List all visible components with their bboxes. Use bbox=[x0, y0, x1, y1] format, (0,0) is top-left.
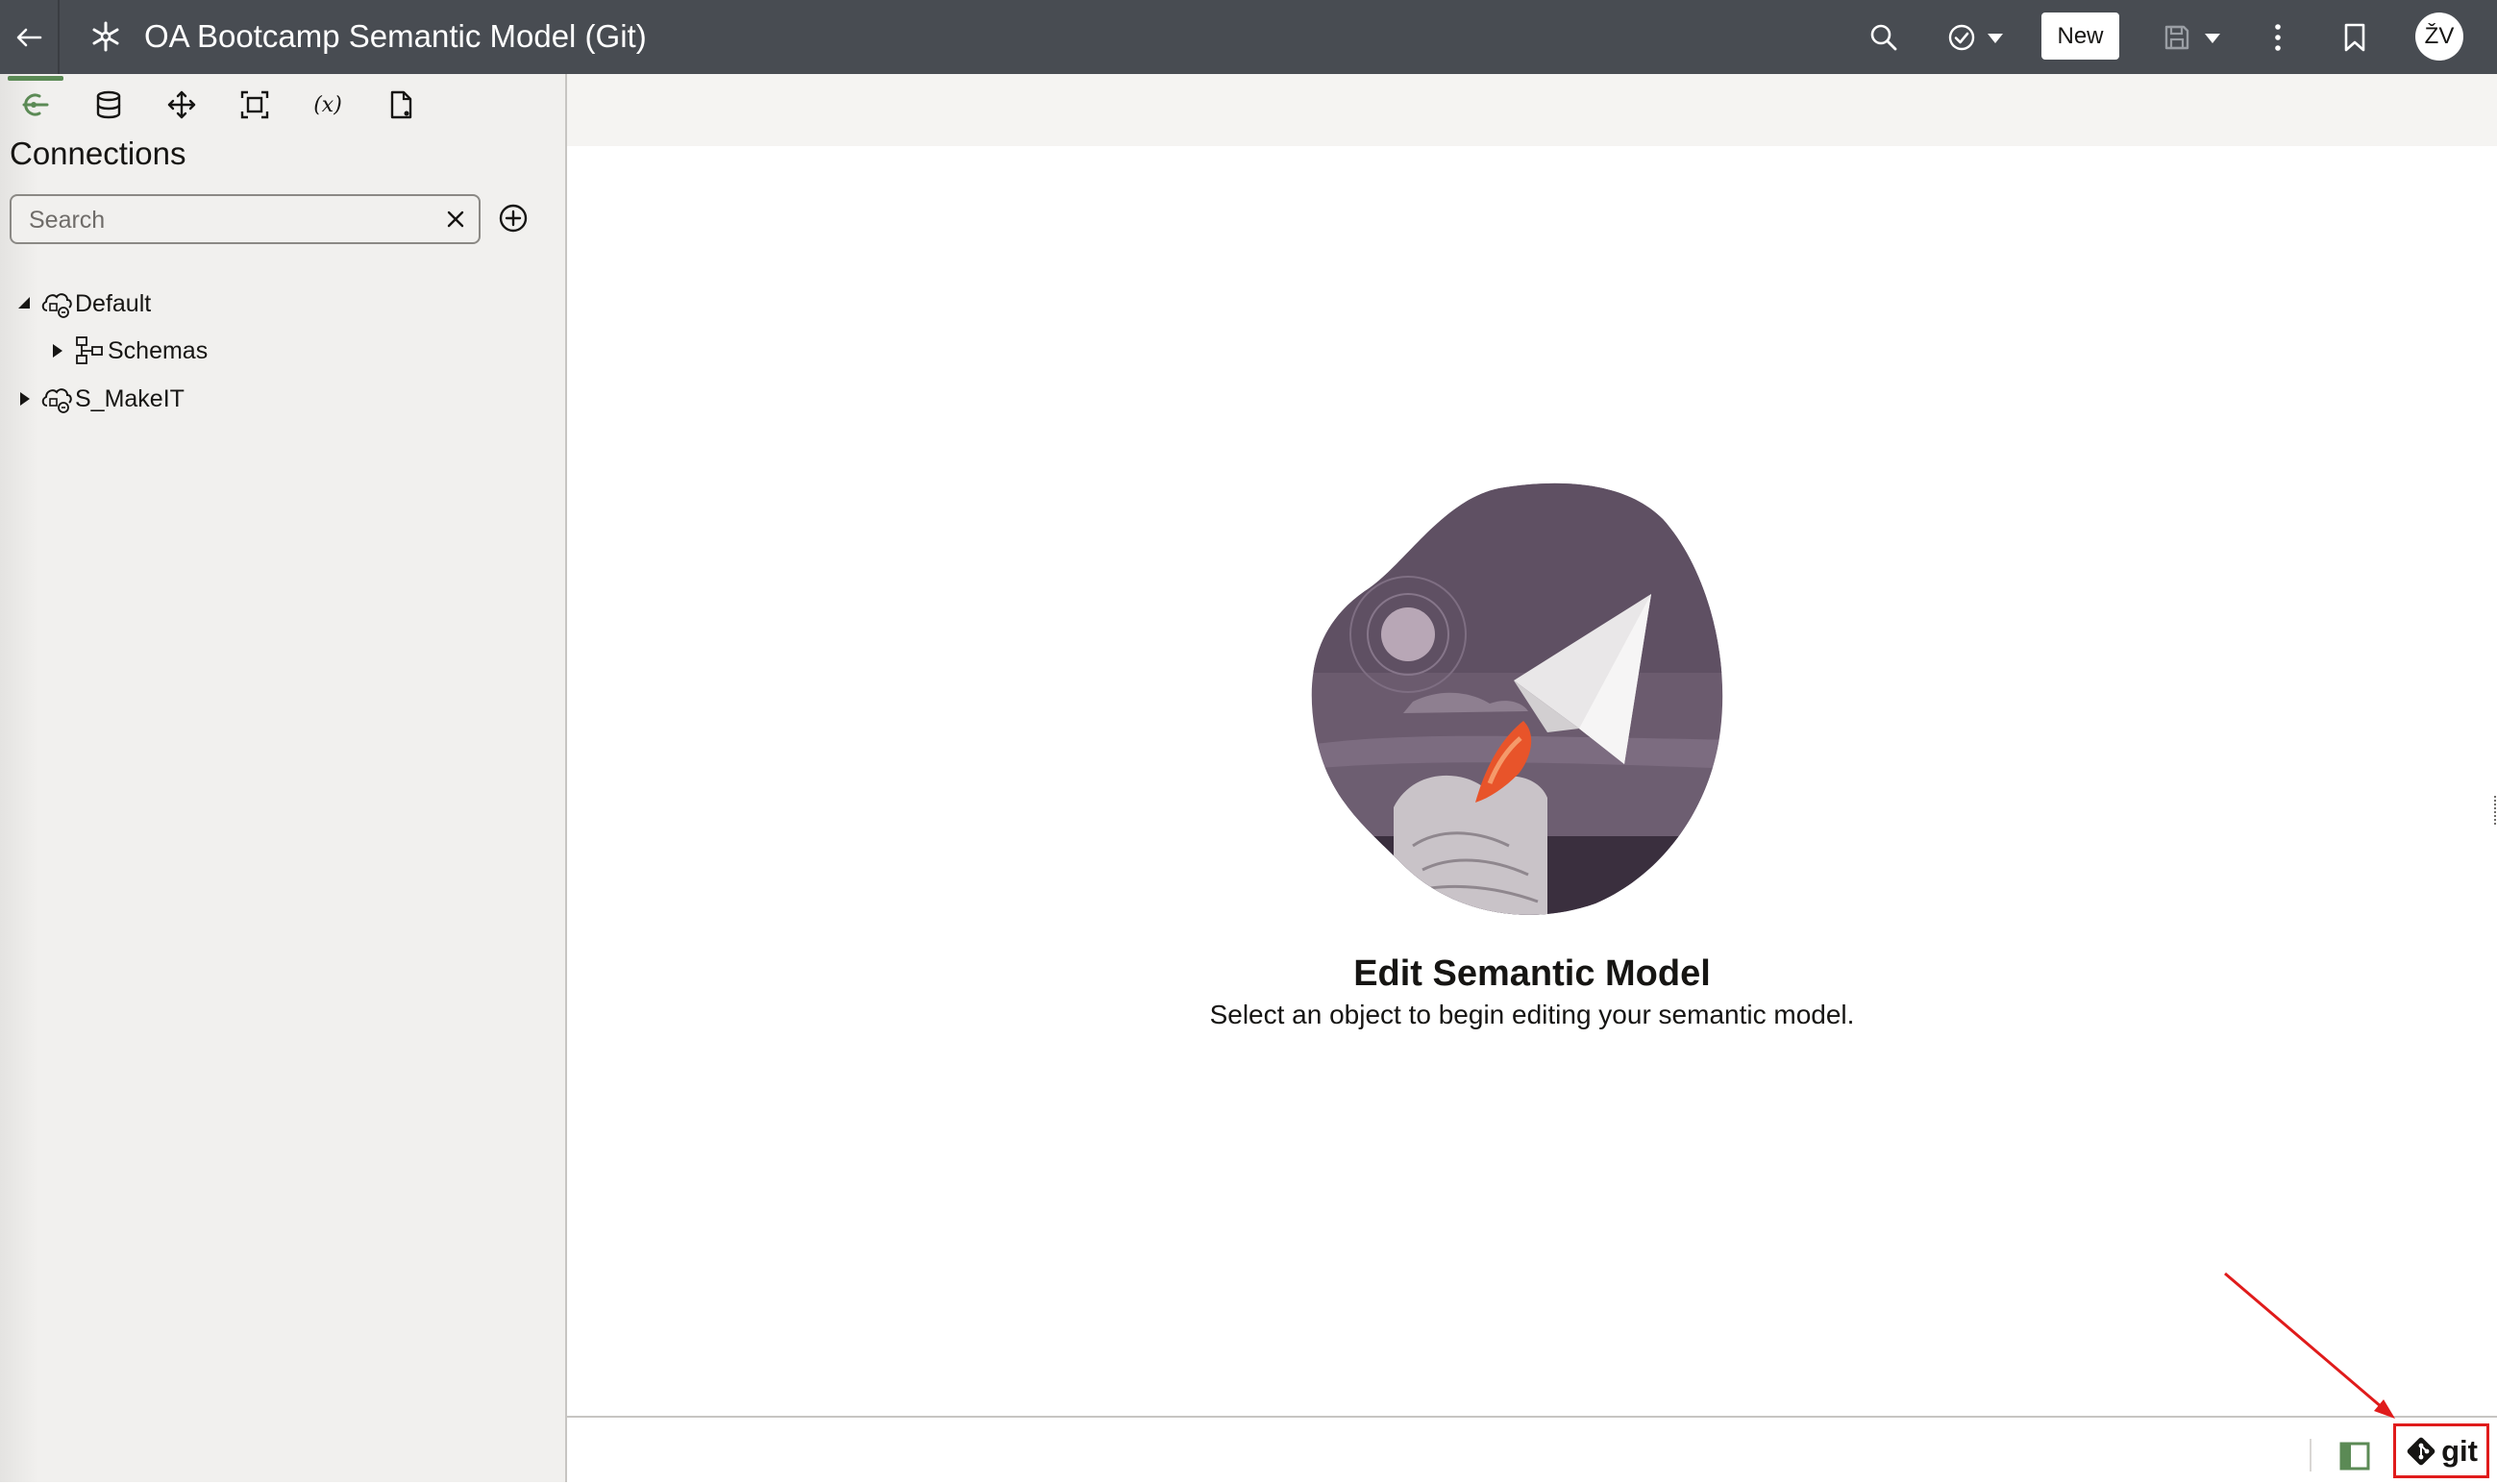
annotation-arrow bbox=[2224, 1272, 2395, 1419]
variable-icon: (x) bbox=[313, 93, 342, 117]
more-options-button[interactable] bbox=[2261, 0, 2295, 74]
empty-state-title: Edit Semantic Model bbox=[1353, 953, 1711, 994]
back-button[interactable] bbox=[0, 0, 60, 74]
search-button[interactable] bbox=[1865, 0, 1903, 74]
git-label: git bbox=[2441, 1433, 2478, 1468]
connections-panel: (x) Connections Search Default Schemas S… bbox=[0, 74, 567, 1482]
tab-variables[interactable]: (x) bbox=[300, 80, 356, 130]
status-divider bbox=[2310, 1439, 2312, 1472]
add-connection-icon[interactable] bbox=[498, 203, 529, 234]
caret-down-icon bbox=[1988, 33, 2003, 43]
semantic-model-icon bbox=[92, 21, 119, 52]
search-box bbox=[10, 194, 481, 244]
database-icon bbox=[96, 90, 121, 119]
clear-search-icon[interactable] bbox=[444, 208, 467, 231]
tree-node-schemas[interactable]: Schemas bbox=[42, 332, 208, 370]
cloud-connection-icon bbox=[38, 382, 75, 416]
cloud-connection-icon bbox=[38, 286, 75, 321]
tab-database[interactable] bbox=[81, 80, 136, 130]
check-circle-icon bbox=[1948, 24, 1975, 50]
save-menu-button[interactable] bbox=[2157, 0, 2228, 74]
empty-state-subtitle: Select an object to begin editing your s… bbox=[1209, 1000, 1855, 1029]
tab-frame[interactable] bbox=[227, 80, 283, 130]
schema-icon bbox=[71, 334, 108, 368]
search-icon bbox=[1870, 24, 1897, 50]
connections-icon bbox=[22, 93, 49, 116]
editor-toolbar-strip bbox=[567, 74, 2497, 146]
page-title: OA Bootcamp Semantic Model (Git) bbox=[144, 18, 647, 54]
move-icon bbox=[167, 90, 196, 119]
panel-toggle-icon[interactable] bbox=[2337, 1439, 2372, 1473]
tree-node-default[interactable]: Default bbox=[10, 284, 151, 323]
save-icon bbox=[2164, 25, 2189, 49]
search-input[interactable] bbox=[27, 204, 434, 236]
tree-label: Schemas bbox=[108, 336, 209, 364]
git-logo-icon bbox=[2407, 1437, 2435, 1465]
document-icon bbox=[390, 90, 412, 119]
new-button[interactable]: New bbox=[2041, 12, 2119, 60]
status-bar: git bbox=[567, 1416, 2497, 1484]
tab-move[interactable] bbox=[154, 80, 210, 130]
collapsed-triangle-icon[interactable] bbox=[42, 336, 71, 365]
user-avatar[interactable]: ŽV bbox=[2415, 12, 2463, 61]
tree-label: Default bbox=[75, 289, 152, 317]
frame-icon bbox=[240, 90, 269, 119]
caret-down-icon bbox=[2205, 33, 2220, 43]
tree-label: S_MakeIT bbox=[75, 384, 185, 412]
app-header: OA Bootcamp Semantic Model (Git) New ŽV bbox=[0, 0, 2497, 74]
back-arrow-icon bbox=[16, 28, 42, 46]
tree-node-s-makeit[interactable]: S_MakeIT bbox=[10, 380, 185, 418]
panel-title: Connections bbox=[10, 136, 186, 171]
paper-plane-illustration bbox=[1311, 482, 1723, 915]
svg-text:(x): (x) bbox=[313, 93, 342, 117]
tab-document[interactable] bbox=[373, 80, 429, 130]
tab-connections[interactable] bbox=[8, 76, 63, 130]
validate-menu-button[interactable] bbox=[1941, 0, 2011, 74]
bookmark-button[interactable] bbox=[2336, 0, 2374, 74]
bookmark-icon bbox=[2344, 23, 2365, 51]
expanded-triangle-icon[interactable] bbox=[10, 289, 38, 318]
panel-tabbar: (x) bbox=[0, 74, 565, 137]
more-vertical-icon bbox=[2275, 23, 2281, 51]
edge-resize-handle[interactable] bbox=[2491, 794, 2497, 829]
collapsed-triangle-icon[interactable] bbox=[10, 384, 38, 413]
